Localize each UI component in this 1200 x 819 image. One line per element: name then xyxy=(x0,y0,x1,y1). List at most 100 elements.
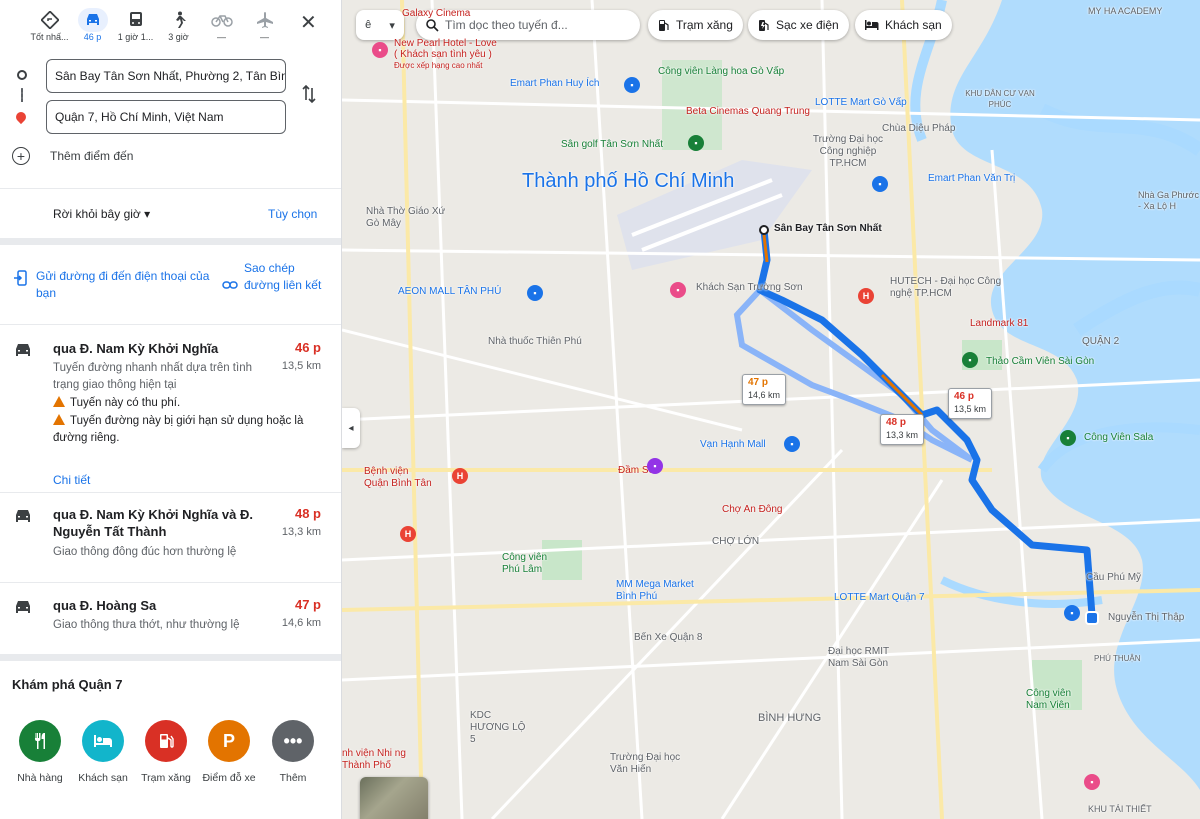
explore-parking[interactable]: P Điểm đỗ xe xyxy=(197,720,261,784)
shopping-marker-icon[interactable]: ▪ xyxy=(624,77,640,93)
chip-hotels[interactable]: Khách sạn xyxy=(855,10,952,40)
shopping-marker-icon[interactable]: ▪ xyxy=(872,176,888,192)
travel-mode-bar: Tốt nhấ... 46 p 1 giờ 1... 3 giờ — — xyxy=(28,6,286,46)
collapse-panel-button[interactable]: ◂ xyxy=(342,408,360,448)
hotel-marker-icon[interactable]: ▪ xyxy=(372,42,388,58)
route-description: Giao thông đông đúc hơn thường lệ xyxy=(53,546,237,558)
close-directions-button[interactable]: ✕ xyxy=(300,10,317,35)
area-khutaithiet: KHU TÁI THIẾT xyxy=(1088,804,1152,814)
poi-cvnamvien[interactable]: Công viên Nam Viên xyxy=(1026,688,1086,712)
route-callout-1[interactable]: 46 p 13,5 km xyxy=(948,388,993,419)
route-option-3[interactable]: qua Đ. Hoàng Sa 47 p 14,6 km Giao thông … xyxy=(0,597,341,647)
add-icon: + xyxy=(12,147,30,165)
origin-label[interactable]: Sân Bay Tân Sơn Nhất xyxy=(774,223,882,234)
poi-benxe[interactable]: Bến Xe Quận 8 xyxy=(634,632,702,643)
walk-icon xyxy=(167,8,191,32)
origin-input[interactable]: Sân Bay Tân Sơn Nhất, Phường 2, Tân Bình xyxy=(46,59,286,93)
shopping-marker-icon[interactable]: ▪ xyxy=(784,436,800,452)
send-to-phone-label: Gửi đường đi đến điện thoại của bạn xyxy=(36,269,210,300)
poi-choandong[interactable]: Chợ An Đông xyxy=(722,504,782,515)
mode-walk[interactable]: 3 giờ xyxy=(157,6,200,46)
poi-lotte-q7[interactable]: LOTTE Mart Quận 7 xyxy=(834,592,925,603)
destination-input[interactable]: Quận 7, Hồ Chí Minh, Việt Nam xyxy=(46,100,286,134)
theme-park-marker-icon[interactable]: ▪ xyxy=(647,458,663,474)
poi-emart-pvt[interactable]: Emart Phan Văn Trị xyxy=(928,173,1015,184)
hotel-marker-icon[interactable]: ▪ xyxy=(670,282,686,298)
poi-rmit[interactable]: Đại học RMIT Nam Sài Gòn xyxy=(828,646,908,670)
airplane-icon xyxy=(253,8,277,32)
divider xyxy=(0,238,341,245)
poi-landmark[interactable]: Landmark 81 xyxy=(970,318,1028,329)
poi-mmmega[interactable]: MM Mega Market Bình Phú xyxy=(616,579,716,603)
divider xyxy=(0,654,341,661)
poi-nhatho[interactable]: Nhà Thờ Giáo Xứ Gò Mây xyxy=(366,206,446,230)
route-callout-2[interactable]: 48 p 13,3 km xyxy=(880,414,925,445)
depart-time-dropdown[interactable]: Rời khỏi bây giờ ▾ xyxy=(53,207,150,221)
poi-cvphulam[interactable]: Công viên Phú Lâm xyxy=(502,552,562,576)
poi-cv-langhoa[interactable]: Công viên Làng hoa Gò Vấp xyxy=(658,66,784,77)
divider xyxy=(0,324,341,325)
poi-aeon[interactable]: AEON MALL TÂN PHÚ xyxy=(398,286,501,297)
poi-dhcn[interactable]: Trường Đại học Công nghiệp TP.HCM xyxy=(808,134,888,170)
golf-marker-icon[interactable]: ▪ xyxy=(688,135,704,151)
mode-best[interactable]: Tốt nhấ... xyxy=(28,6,71,46)
destination-pin-icon xyxy=(13,109,29,125)
route-options-button[interactable]: Tùy chọn xyxy=(268,207,317,221)
poi-beta[interactable]: Beta Cinemas Quang Trung xyxy=(686,106,810,117)
satellite-layer-thumbnail[interactable] xyxy=(360,777,428,819)
mode-label: — xyxy=(217,32,226,42)
route-description: Tuyến đường nhanh nhất dựa trên tình trạ… xyxy=(53,362,252,391)
swap-directions-button[interactable] xyxy=(302,84,316,109)
poi-golf[interactable]: Sân golf Tân Sơn Nhất xyxy=(561,139,663,150)
map-canvas[interactable]: ê ▾ Tìm dọc theo tuyến đ... Trạm xăng Sạc… xyxy=(342,0,1200,819)
hospital-marker-icon[interactable]: H xyxy=(400,526,416,542)
hospital-marker-icon[interactable]: H xyxy=(452,468,468,484)
shopping-marker-icon[interactable]: ▪ xyxy=(527,285,543,301)
layers-icon: ê xyxy=(365,19,372,31)
zoo-marker-icon[interactable]: ▪ xyxy=(962,352,978,368)
poi-bvnhi[interactable]: nh viện Nhi ng Thành Phố xyxy=(342,748,408,772)
send-to-phone-button[interactable]: Gửi đường đi đến điện thoại của bạn xyxy=(14,268,214,302)
poi-emart-hl[interactable]: Emart Phan Huy Ích xyxy=(510,78,599,89)
add-destination-button[interactable]: + Thêm điểm đến xyxy=(12,147,133,165)
route-option-1[interactable]: qua Đ. Nam Kỳ Khởi Nghĩa 46 p 13,5 km Tu… xyxy=(0,340,341,487)
poi-ksts[interactable]: Khách Sạn Trường Sơn xyxy=(696,282,803,293)
chip-ev-charging[interactable]: Sạc xe điện xyxy=(748,10,849,40)
layers-button[interactable]: ê ▾ xyxy=(356,10,404,40)
shopping-marker-icon[interactable]: ▪ xyxy=(1064,605,1080,621)
copy-link-label: Sao chép đường liên kết xyxy=(244,261,322,292)
chip-label: Sạc xe điện xyxy=(776,18,839,32)
poi-galaxy[interactable]: Galaxy Cinema xyxy=(402,8,470,19)
poi-newpearl[interactable]: New Pearl Hotel - Love xyxy=(394,38,497,49)
poi-vanhien[interactable]: Trường Đại học Văn Hiến xyxy=(610,752,690,776)
explore-hotels[interactable]: Khách sạn xyxy=(71,720,135,784)
hospital-marker-icon[interactable]: H xyxy=(858,288,874,304)
explore-gas-stations[interactable]: Trạm xăng xyxy=(134,720,198,784)
category-label: Khách sạn xyxy=(78,772,128,784)
poi-cauphumy[interactable]: Cầu Phú Mỹ xyxy=(1086,572,1141,583)
explore-more[interactable]: ••• Thêm xyxy=(261,720,325,784)
park-marker-icon[interactable]: ▪ xyxy=(1060,430,1076,446)
poi-academy[interactable]: MY HA ACADEMY xyxy=(1088,6,1162,16)
poi-thaocam[interactable]: Thảo Cầm Viên Sài Gòn xyxy=(986,356,1094,367)
mode-car[interactable]: 46 p xyxy=(71,6,114,46)
poi-bvbt[interactable]: Bệnh viện Quận Bình Tân xyxy=(364,466,434,490)
route-option-2[interactable]: qua Đ. Nam Kỳ Khởi Nghĩa và Đ. Nguyễn Tấ… xyxy=(0,506,341,576)
poi-nhathuoc[interactable]: Nhà thuốc Thiên Phú xyxy=(488,336,582,347)
explore-restaurants[interactable]: Nhà hàng xyxy=(8,720,72,784)
mode-transit[interactable]: 1 giờ 1... xyxy=(114,6,157,46)
mode-flight[interactable]: — xyxy=(243,6,286,46)
copy-link-button[interactable]: Sao chép đường liên kết xyxy=(222,260,332,294)
poi-lotte-gv[interactable]: LOTTE Mart Gò Vấp xyxy=(815,97,907,108)
route-details-link[interactable]: Chi tiết xyxy=(53,473,90,487)
poi-vanhanh[interactable]: Vạn Hạnh Mall xyxy=(700,439,766,450)
mode-bike[interactable]: — xyxy=(200,6,243,46)
chip-gas-stations[interactable]: Trạm xăng xyxy=(648,10,743,40)
poi-dieuphap[interactable]: Chùa Diệu Pháp xyxy=(882,123,955,134)
route-callout-3[interactable]: 47 p 14,6 km xyxy=(742,374,787,405)
poi-hutech[interactable]: HUTECH - Đại học Công nghệ TP.HCM xyxy=(890,276,1010,300)
poi-nhaga[interactable]: Nhà Ga Phước - Xa Lộ H xyxy=(1138,190,1200,212)
hotel-marker-icon[interactable]: ▪ xyxy=(1084,774,1100,790)
poi-cvsala[interactable]: Công Viên Sala xyxy=(1084,432,1153,443)
route-callout-time: 47 p xyxy=(748,377,769,388)
